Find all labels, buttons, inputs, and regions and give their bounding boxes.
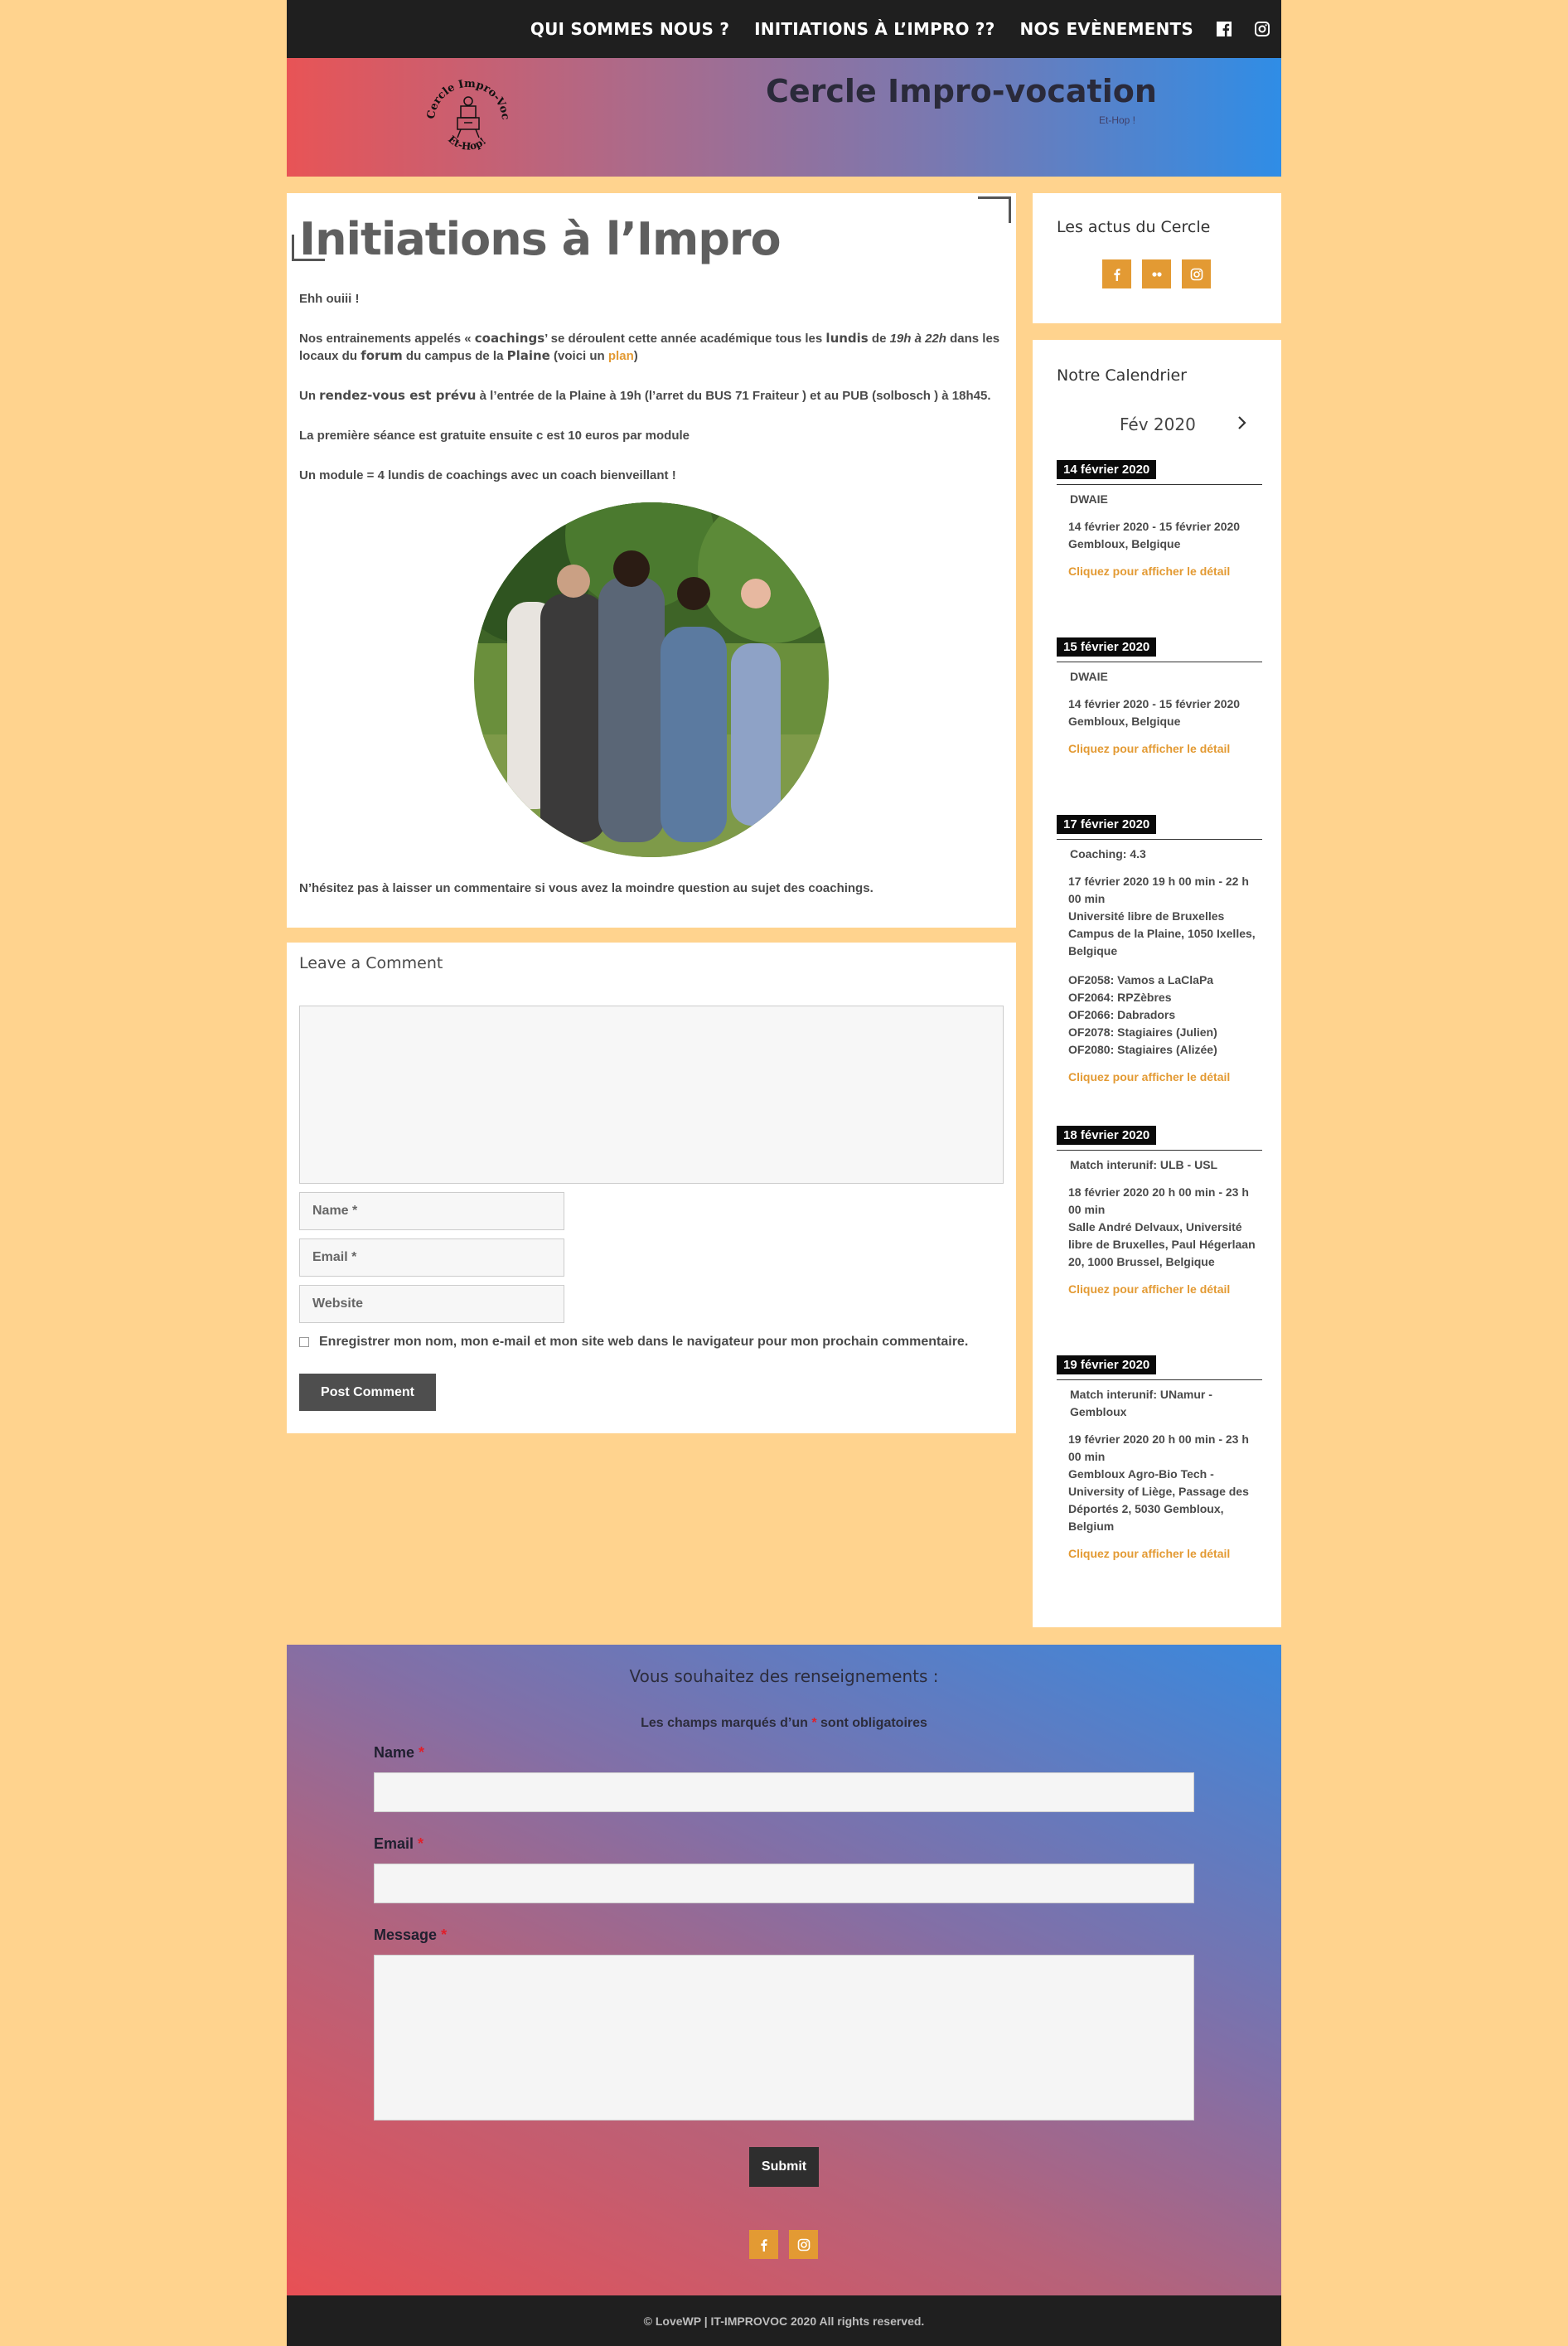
email-field[interactable]: Email *: [299, 1238, 564, 1277]
calendar-widget: Notre Calendrier Fév 2020 14 février 202…: [1033, 340, 1281, 1627]
nav-item-evenements[interactable]: NOS EVÈNEMENTS: [1020, 19, 1193, 39]
facebook-icon[interactable]: [749, 2230, 778, 2259]
chevron-right-icon[interactable]: [1232, 413, 1251, 433]
top-navigation: QUI SOMMES NOUS ? INITIATIONS À L’IMPRO …: [287, 0, 1281, 58]
event-title[interactable]: Match interunif: ULB - USL: [1057, 1156, 1262, 1174]
event-detail-link[interactable]: Cliquez pour afficher le détail: [1057, 1547, 1262, 1560]
event-title[interactable]: DWAIE: [1057, 668, 1262, 686]
page-title: Initiations à l’Impro: [299, 213, 782, 265]
divider: [1057, 839, 1262, 840]
contact-email-input[interactable]: [374, 1864, 1194, 1903]
event-note: OF2078: Stagiaires (Julien): [1068, 1025, 1217, 1039]
instagram-icon[interactable]: [789, 2230, 818, 2259]
event-detail-link[interactable]: Cliquez pour afficher le détail: [1057, 1282, 1262, 1296]
event-place: Gembloux, Belgique: [1068, 537, 1181, 550]
event-item: 15 février 2020 DWAIE 14 février 2020 - …: [1057, 637, 1262, 755]
contact-heading: Vous souhaitez des renseignements :: [629, 1666, 939, 1686]
event-place: Université libre de Bruxelles Campus de …: [1068, 909, 1256, 957]
contact-name-input[interactable]: [374, 1772, 1194, 1812]
event-time: 14 février 2020 - 15 février 2020: [1068, 520, 1241, 533]
required-note: Les champs marqués d’un * sont obligatoi…: [641, 1716, 927, 1730]
instagram-icon[interactable]: [1255, 22, 1270, 36]
news-widget: Les actus du Cercle: [1033, 193, 1281, 323]
paragraph: Un rendez-vous est prévu à l’entrée de l…: [299, 388, 991, 403]
nav-item-qui-sommes-nous[interactable]: QUI SOMMES NOUS ?: [530, 19, 729, 39]
event-detail-link[interactable]: Cliquez pour afficher le détail: [1057, 742, 1262, 755]
comment-textarea[interactable]: [299, 1006, 1004, 1184]
event-place: Gembloux, Belgique: [1068, 715, 1181, 728]
svg-text:Cercle Impro-Vocation: Cercle Impro-Vocation: [419, 70, 511, 121]
paragraph: Un module = 4 lundis de coachings avec u…: [299, 468, 676, 482]
decorative-corner: [978, 196, 1011, 223]
comment-heading: Leave a Comment: [299, 954, 443, 972]
divider: [1057, 1150, 1262, 1151]
event-title[interactable]: Match interunif: UNamur - Gembloux: [1057, 1386, 1262, 1421]
page: QUI SOMMES NOUS ? INITIATIONS À L’IMPRO …: [287, 0, 1281, 2346]
event-item: 17 février 2020 Coaching: 4.3 17 février…: [1057, 815, 1262, 1083]
event-title[interactable]: DWAIE: [1057, 491, 1262, 508]
consent-label: Enregistrer mon nom, mon e-mail et mon s…: [319, 1335, 969, 1349]
event-time: 17 février 2020 19 h 00 min - 22 h 00 mi…: [1068, 875, 1249, 905]
event-item: 18 février 2020 Match interunif: ULB - U…: [1057, 1126, 1262, 1296]
event-note: OF2058: Vamos a LaClaPa: [1068, 973, 1214, 986]
copyright-bar: © LoveWP | IT-IMPROVOC 2020 All rights r…: [287, 2295, 1281, 2346]
divider: [1057, 1379, 1262, 1380]
calendar-month: Fév 2020: [1120, 414, 1196, 434]
main-article: Initiations à l’Impro Ehh ouiii ! Nos en…: [287, 193, 1016, 928]
event-note: OF2066: Dabradors: [1068, 1008, 1176, 1021]
event-date: 19 février 2020: [1057, 1355, 1157, 1374]
event-time: 19 février 2020 20 h 00 min - 23 h 00 mi…: [1068, 1432, 1249, 1463]
comment-section: Leave a Comment Name * Email * Website E…: [287, 943, 1016, 1433]
paragraph: N’hésitez pas à laisser un commentaire s…: [299, 881, 874, 895]
event-title[interactable]: Coaching: 4.3: [1057, 846, 1262, 863]
name-field[interactable]: Name *: [299, 1192, 564, 1230]
event-place: Salle André Delvaux, Université libre de…: [1068, 1220, 1256, 1268]
consent-row: Enregistrer mon nom, mon e-mail et mon s…: [299, 1335, 1004, 1350]
event-date: 18 février 2020: [1057, 1126, 1157, 1145]
website-field[interactable]: Website: [299, 1285, 564, 1323]
group-photo: [474, 502, 829, 857]
plan-link[interactable]: plan: [608, 349, 634, 363]
calendar-widget-title: Notre Calendrier: [1057, 366, 1187, 385]
svg-text:Et-Hop!: Et-Hop!: [446, 133, 488, 153]
article-content: Ehh ouiii ! Nos entrainements appelés « …: [299, 290, 1004, 897]
divider: [1057, 484, 1262, 485]
event-detail-link[interactable]: Cliquez pour afficher le détail: [1057, 1070, 1262, 1083]
event-date: 15 février 2020: [1057, 637, 1157, 657]
post-comment-button[interactable]: Post Comment: [299, 1374, 436, 1411]
event-date: 17 février 2020: [1057, 815, 1157, 834]
email-label: Email *: [374, 1835, 424, 1852]
event-time: 14 février 2020 - 15 février 2020: [1068, 697, 1241, 710]
facebook-icon[interactable]: [1217, 22, 1232, 36]
contact-message-textarea[interactable]: [374, 1955, 1194, 2121]
decorative-corner: [292, 235, 325, 261]
site-title[interactable]: Cercle Impro-vocation: [766, 73, 1157, 109]
instagram-icon[interactable]: [1182, 259, 1211, 288]
event-item: 19 février 2020 Match interunif: UNamur …: [1057, 1355, 1262, 1560]
event-date: 14 février 2020: [1057, 460, 1157, 479]
event-note: OF2080: Stagiaires (Alizée): [1068, 1043, 1217, 1056]
event-time: 18 février 2020 20 h 00 min - 23 h 00 mi…: [1068, 1185, 1249, 1216]
paragraph: Ehh ouiii !: [299, 292, 360, 306]
event-item: 14 février 2020 DWAIE 14 février 2020 - …: [1057, 460, 1262, 578]
site-logo[interactable]: Cercle Impro-Vocation Et-Hop!: [415, 61, 517, 167]
nav-item-initiations[interactable]: INITIATIONS À L’IMPRO ??: [754, 19, 995, 39]
site-tagline: Et-Hop !: [1099, 114, 1136, 126]
event-detail-link[interactable]: Cliquez pour afficher le détail: [1057, 565, 1262, 578]
name-label: Name *: [374, 1744, 425, 1761]
flickr-icon[interactable]: [1142, 259, 1171, 288]
contact-section: Vous souhaitez des renseignements : Les …: [287, 1645, 1281, 2295]
news-widget-title: Les actus du Cercle: [1057, 218, 1211, 236]
header-banner: Cercle Impro-Vocation Et-Hop! Cercle Imp…: [287, 58, 1281, 177]
event-note: OF2064: RPZèbres: [1068, 991, 1172, 1004]
event-place: Gembloux Agro-Bio Tech - University of L…: [1068, 1467, 1249, 1533]
paragraph: Nos entrainements appelés « coachings’ s…: [299, 331, 1000, 363]
facebook-icon[interactable]: [1102, 259, 1131, 288]
message-label: Message *: [374, 1927, 448, 1943]
event-notes: OF2058: Vamos a LaClaPa OF2064: RPZèbres…: [1057, 972, 1262, 1059]
consent-checkbox[interactable]: [299, 1337, 309, 1347]
paragraph: La première séance est gratuite ensuite …: [299, 429, 690, 443]
contact-submit-button[interactable]: Submit: [749, 2147, 819, 2187]
